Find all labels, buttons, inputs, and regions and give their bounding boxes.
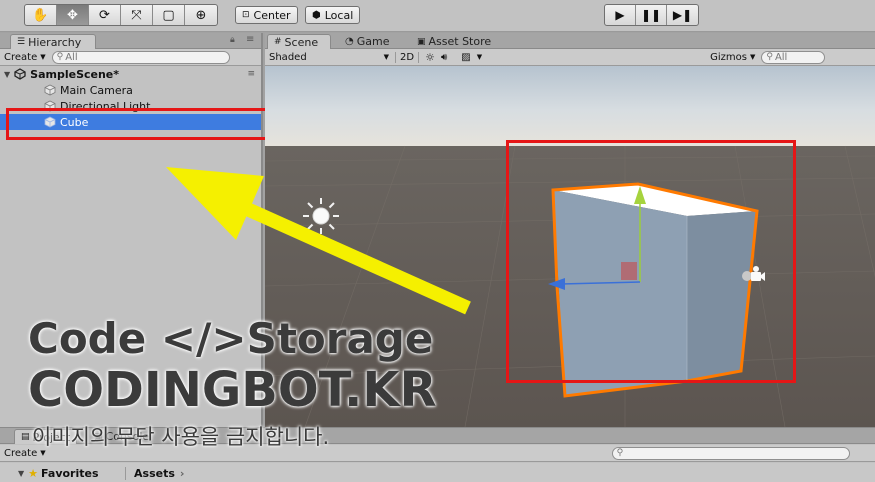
yellow-arrow-icon (166, 167, 471, 315)
watermark-site: CODINGBOT.KR (28, 362, 437, 418)
watermark-title: Code </>Storage (28, 314, 434, 363)
watermark-notice: 이미지의 무단 사용을 금지합니다. (32, 425, 330, 449)
